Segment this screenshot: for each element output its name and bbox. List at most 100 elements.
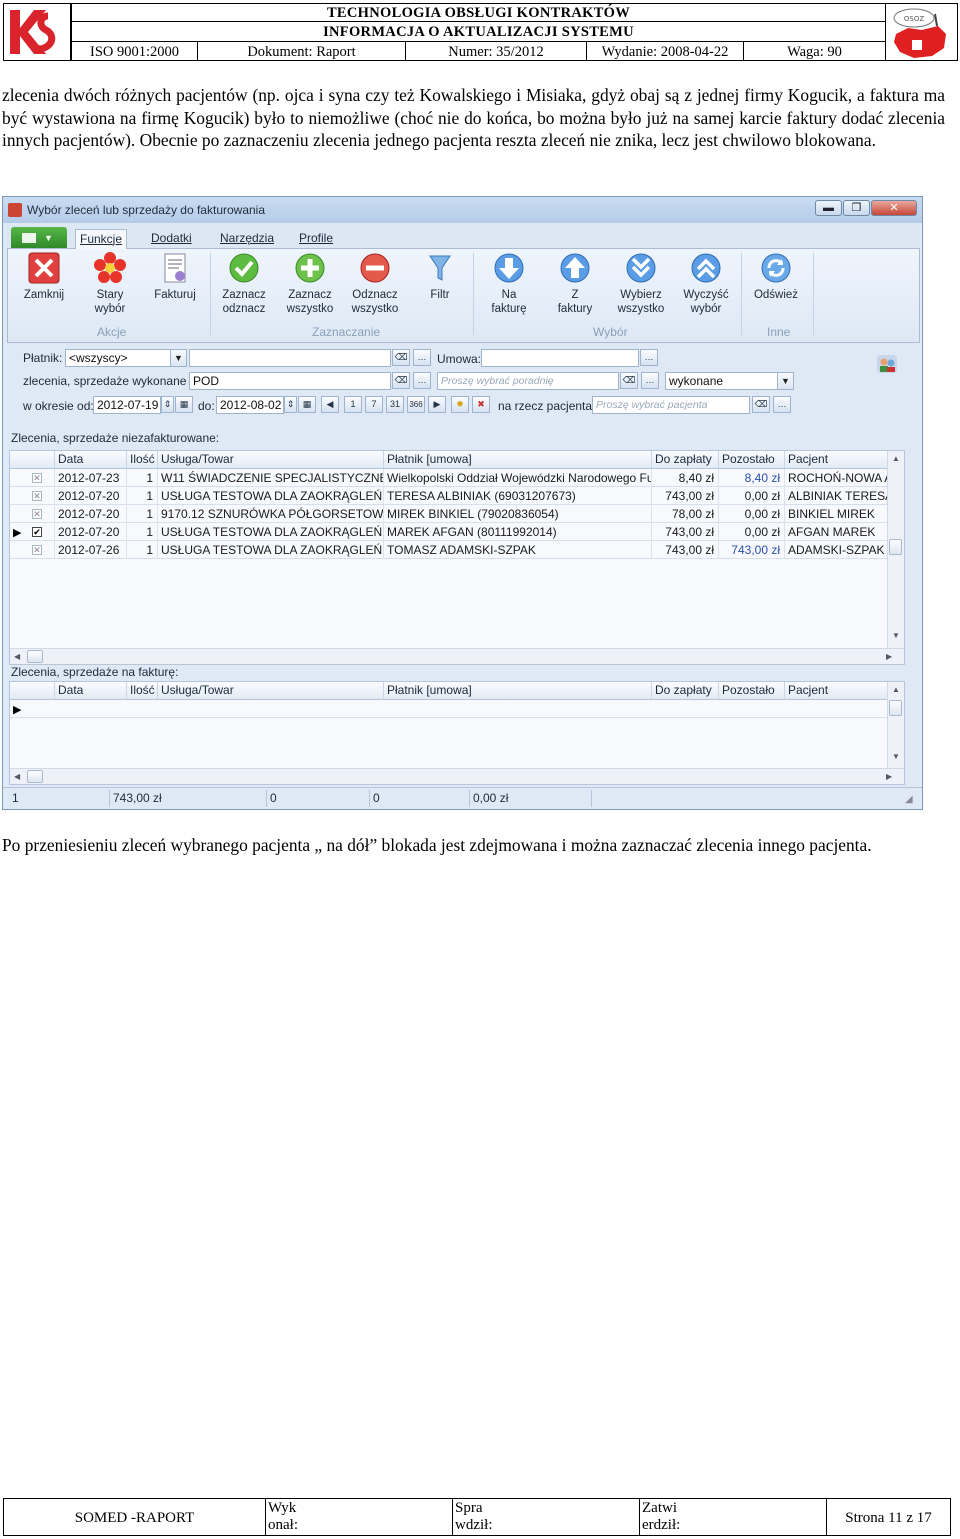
row-checkbox[interactable]: ✕ xyxy=(32,491,42,501)
toggle-mark-button[interactable]: Zaznacz odznacz xyxy=(213,252,275,316)
grid2-horizontal-scrollbar[interactable]: ◀ ▶ xyxy=(10,768,904,784)
to-invoice-button[interactable]: Na fakturę xyxy=(478,252,540,316)
orders-clear-button[interactable]: ⌫ xyxy=(392,372,410,389)
row-checkbox[interactable]: ✕ xyxy=(32,545,42,555)
resize-grip-icon[interactable]: ◢ xyxy=(905,794,913,805)
scroll-left-icon[interactable]: ◀ xyxy=(14,772,20,781)
select-all-button[interactable]: Wybierz wszystko xyxy=(610,252,672,316)
old-selection-button[interactable]: Stary wybór xyxy=(79,252,141,316)
scroll-right-icon[interactable]: ▶ xyxy=(886,652,892,661)
date-to-spinner[interactable]: ⇕ xyxy=(284,396,297,413)
tab-profile[interactable]: Profile xyxy=(295,229,337,249)
clinic-field[interactable]: Proszę wybrać poradnię xyxy=(437,372,619,390)
status-dropdown-button[interactable]: ▼ xyxy=(777,372,794,390)
col-data[interactable]: Data xyxy=(54,451,126,468)
close-window-button[interactable]: ✕ xyxy=(871,200,917,216)
group-separator xyxy=(473,253,474,335)
scroll-thumb[interactable] xyxy=(889,700,902,716)
contract-field[interactable] xyxy=(481,349,639,367)
table-row[interactable]: ✕ 2012-07-23 1 W11 ŚWIADCZENIE SPECJALIS… xyxy=(10,469,904,487)
col-do-zaplaty[interactable]: Do zapłaty xyxy=(651,682,718,699)
col-ilosc[interactable]: Ilość xyxy=(126,451,157,468)
col-ilosc[interactable]: Ilość xyxy=(126,682,157,699)
col-pozostalo[interactable]: Pozostało xyxy=(718,451,784,468)
filter-button[interactable]: Filtr xyxy=(409,252,471,302)
cell-date: 2012-07-20 xyxy=(54,523,126,541)
col-usluga[interactable]: Usługa/Towar xyxy=(157,682,383,699)
window-titlebar[interactable]: Wybór zleceń lub sprzedaży do fakturowan… xyxy=(3,197,922,223)
tab-dodatki[interactable]: Dodatki xyxy=(147,229,196,249)
payer-clear-button[interactable]: ⌫ xyxy=(392,349,410,366)
payer-detail-field[interactable] xyxy=(189,349,391,367)
scroll-down-icon[interactable]: ▼ xyxy=(892,631,900,640)
period-back-icon[interactable]: ◀ xyxy=(321,396,339,413)
period-forward-icon[interactable]: ▶ xyxy=(428,396,446,413)
table-row[interactable]: ✕ 2012-07-20 1 9170.12 SZNURÓWKA PÓŁGORS… xyxy=(10,505,904,523)
period-7-button[interactable]: 7 xyxy=(365,396,383,413)
patient-clear-button[interactable]: ⌫ xyxy=(752,396,770,413)
invoice-button[interactable]: Fakturuj xyxy=(144,252,206,302)
clinic-clear-button[interactable]: ⌫ xyxy=(620,372,638,389)
scroll-right-icon[interactable]: ▶ xyxy=(886,772,892,781)
patient-browse-button[interactable]: … xyxy=(773,396,791,413)
table-row[interactable]: ✕ 2012-07-26 1 USŁUGA TESTOWA DLA ZAOKRĄ… xyxy=(10,541,904,559)
sun-icon[interactable]: ✹ xyxy=(451,396,469,413)
scroll-thumb[interactable] xyxy=(889,539,902,555)
date-to-calendar-icon[interactable]: ▦ xyxy=(298,396,316,413)
clear-dates-icon[interactable]: ✖ xyxy=(472,396,490,413)
scroll-up-icon[interactable]: ▲ xyxy=(892,454,900,463)
date-from-spinner[interactable]: ⇕ xyxy=(161,396,174,413)
row-checkbox[interactable]: ✕ xyxy=(32,509,42,519)
grid2-vertical-scrollbar[interactable]: ▲ ▼ xyxy=(887,682,904,768)
col-pacjent[interactable]: Pacjent xyxy=(784,451,890,468)
table-row-empty[interactable]: ▶ xyxy=(10,700,904,718)
col-usluga[interactable]: Usługa/Towar xyxy=(157,451,383,468)
clinic-browse-button[interactable]: … xyxy=(641,372,659,389)
scroll-up-icon[interactable]: ▲ xyxy=(892,685,900,694)
svg-text:OSOZ: OSOZ xyxy=(904,15,924,23)
grid1-horizontal-scrollbar[interactable]: ◀ ▶ xyxy=(10,648,904,664)
maximize-button[interactable]: ❐ xyxy=(843,200,870,216)
payer-browse-button[interactable]: … xyxy=(413,349,431,366)
col-do-zaplaty[interactable]: Do zapłaty xyxy=(651,451,718,468)
scroll-down-icon[interactable]: ▼ xyxy=(892,752,900,761)
grid1-vertical-scrollbar[interactable]: ▲ ▼ xyxy=(887,451,904,648)
row-checkbox-checked[interactable]: ✔ xyxy=(32,527,42,537)
tab-funkcje[interactable]: Funkcje xyxy=(75,229,128,249)
orders-browse-button[interactable]: … xyxy=(413,372,431,389)
period-1-button[interactable]: 1 xyxy=(344,396,362,413)
scroll-left-icon[interactable]: ◀ xyxy=(14,652,20,661)
col-pacjent[interactable]: Pacjent xyxy=(784,682,890,699)
date-from-calendar-icon[interactable]: ▦ xyxy=(175,396,193,413)
contract-browse-button[interactable]: … xyxy=(640,349,658,366)
minimize-button[interactable]: ▬ xyxy=(815,200,842,216)
scroll-thumb[interactable] xyxy=(27,770,43,783)
col-data[interactable]: Data xyxy=(54,682,126,699)
col-pozostalo[interactable]: Pozostało xyxy=(718,682,784,699)
date-from-field[interactable]: 2012-07-19 xyxy=(93,396,161,414)
col-platnik[interactable]: Płatnik [umowa] xyxy=(383,451,651,468)
status-select[interactable]: wykonane xyxy=(665,372,778,390)
payer-select[interactable]: <wszyscy> xyxy=(65,349,171,367)
orders-unit-field[interactable]: POD xyxy=(189,372,391,390)
clear-selection-button[interactable]: Wyczyść wybór xyxy=(675,252,737,316)
table-row-selected[interactable]: ▶ ✔ 2012-07-20 1 USŁUGA TESTOWA DLA ZAOK… xyxy=(10,523,904,541)
row-checkbox[interactable]: ✕ xyxy=(32,473,42,483)
scroll-thumb[interactable] xyxy=(27,650,43,663)
unmark-all-button[interactable]: Odznacz wszystko xyxy=(344,252,406,316)
payer-dropdown-button[interactable]: ▼ xyxy=(170,349,187,367)
close-button[interactable]: Zamknij xyxy=(13,252,75,302)
app-menu-button[interactable]: ▼ xyxy=(11,227,67,248)
patient-field[interactable]: Proszę wybrać pacjenta xyxy=(592,396,750,414)
table-row[interactable]: ✕ 2012-07-20 1 USŁUGA TESTOWA DLA ZAOKRĄ… xyxy=(10,487,904,505)
col-platnik[interactable]: Płatnik [umowa] xyxy=(383,682,651,699)
from-invoice-button[interactable]: Z faktury xyxy=(544,252,606,316)
refresh-button[interactable]: Odśwież xyxy=(745,252,807,302)
mark-all-button[interactable]: Zaznacz wszystko xyxy=(279,252,341,316)
grid1-label: Zlecenia, sprzedaże niezafakturowane: xyxy=(11,431,220,445)
period-31-button[interactable]: 31 xyxy=(386,396,404,413)
date-to-field[interactable]: 2012-08-02 xyxy=(216,396,284,414)
tab-narzedzia[interactable]: Narzędzia xyxy=(216,229,278,249)
period-366-button[interactable]: 366 xyxy=(407,396,425,413)
users-icon[interactable] xyxy=(875,351,899,375)
